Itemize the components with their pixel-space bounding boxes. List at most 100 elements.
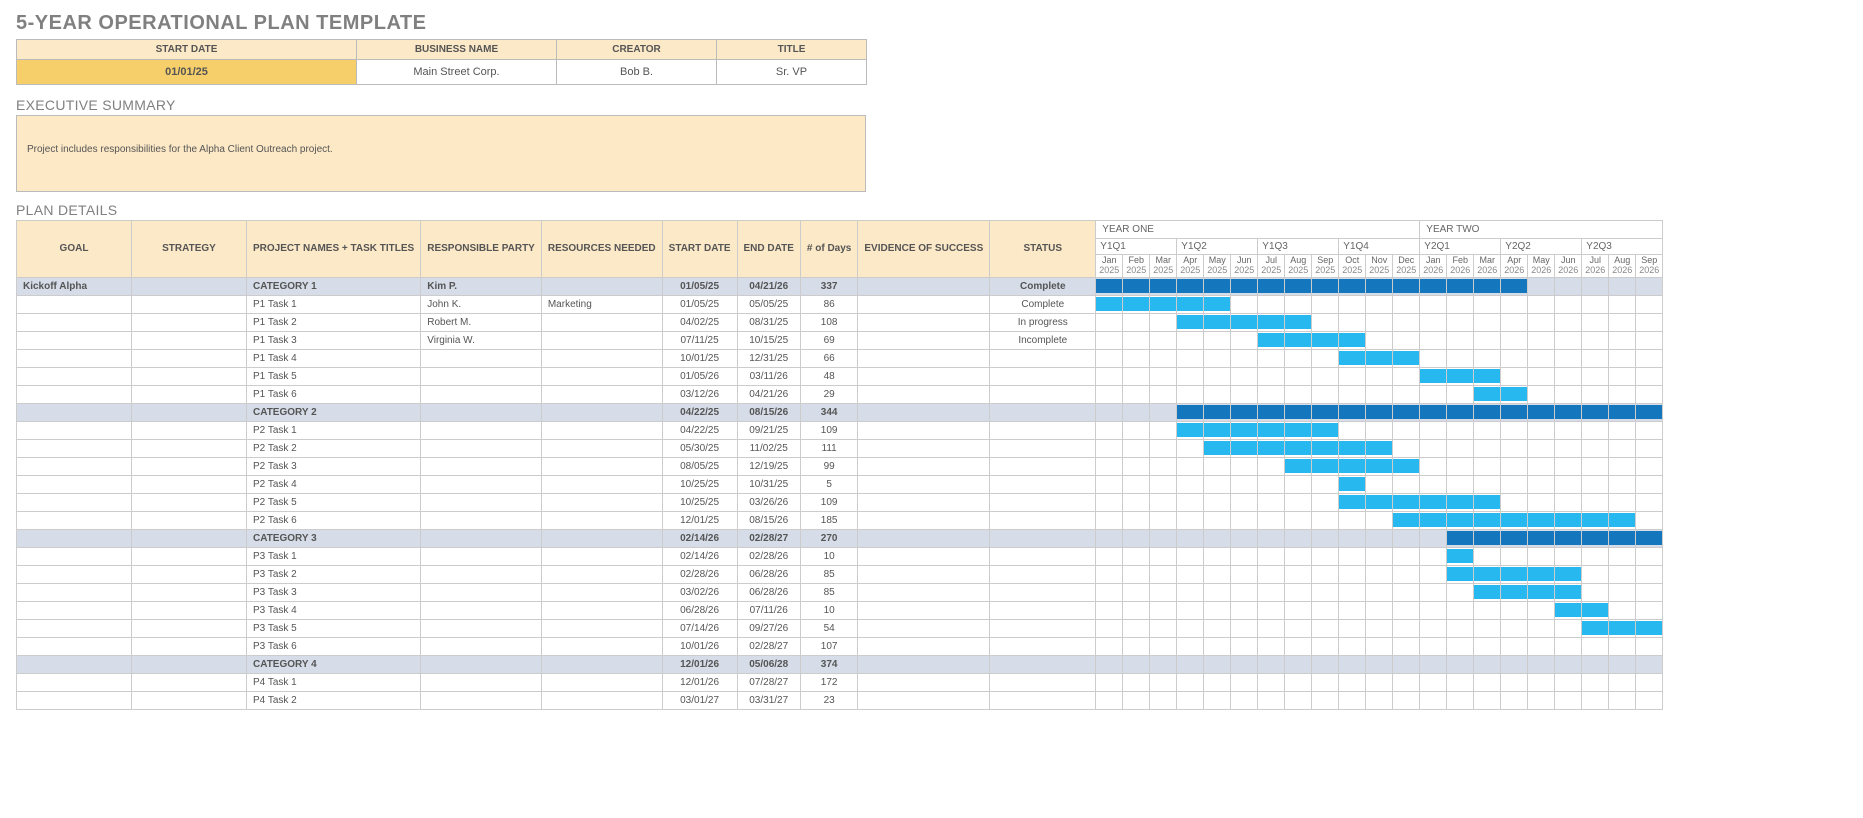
cell-res[interactable]	[541, 655, 662, 673]
cell-strategy[interactable]	[132, 619, 247, 637]
cell-res[interactable]	[541, 331, 662, 349]
cell-days[interactable]: 185	[800, 511, 857, 529]
cell-evidence[interactable]	[858, 529, 990, 547]
cell-strategy[interactable]	[132, 691, 247, 709]
cell-goal[interactable]	[17, 601, 132, 619]
cell-strategy[interactable]	[132, 331, 247, 349]
cell-start[interactable]: 04/02/25	[662, 313, 737, 331]
cell-project[interactable]: P4 Task 2	[247, 691, 421, 709]
cell-start[interactable]: 02/28/26	[662, 565, 737, 583]
cell-resp[interactable]	[421, 565, 542, 583]
cell-days[interactable]: 85	[800, 583, 857, 601]
cell-status[interactable]	[990, 601, 1096, 619]
cell-end[interactable]: 11/02/25	[737, 439, 800, 457]
cell-end[interactable]: 04/21/26	[737, 277, 800, 295]
cell-start[interactable]: 10/25/25	[662, 493, 737, 511]
cell-strategy[interactable]	[132, 511, 247, 529]
cell-res[interactable]	[541, 673, 662, 691]
cell-days[interactable]: 108	[800, 313, 857, 331]
cell-project[interactable]: P1 Task 1	[247, 295, 421, 313]
cell-goal[interactable]	[17, 349, 132, 367]
cell-status[interactable]	[990, 565, 1096, 583]
info-creator[interactable]: Bob B.	[557, 60, 717, 85]
cell-goal[interactable]	[17, 475, 132, 493]
cell-res[interactable]	[541, 349, 662, 367]
cell-status[interactable]	[990, 457, 1096, 475]
cell-evidence[interactable]	[858, 601, 990, 619]
cell-evidence[interactable]	[858, 511, 990, 529]
cell-resp[interactable]	[421, 547, 542, 565]
cell-evidence[interactable]	[858, 313, 990, 331]
cell-end[interactable]: 07/28/27	[737, 673, 800, 691]
cell-evidence[interactable]	[858, 691, 990, 709]
cell-evidence[interactable]	[858, 655, 990, 673]
cell-evidence[interactable]	[858, 367, 990, 385]
cell-goal[interactable]	[17, 565, 132, 583]
cell-project[interactable]: CATEGORY 4	[247, 655, 421, 673]
cell-res[interactable]	[541, 565, 662, 583]
cell-project[interactable]: CATEGORY 1	[247, 277, 421, 295]
cell-status[interactable]	[990, 511, 1096, 529]
cell-status[interactable]	[990, 691, 1096, 709]
cell-project[interactable]: P1 Task 5	[247, 367, 421, 385]
cell-start[interactable]: 01/05/26	[662, 367, 737, 385]
cell-project[interactable]: CATEGORY 2	[247, 403, 421, 421]
cell-end[interactable]: 10/15/25	[737, 331, 800, 349]
cell-project[interactable]: P3 Task 2	[247, 565, 421, 583]
cell-status[interactable]	[990, 673, 1096, 691]
cell-goal[interactable]	[17, 295, 132, 313]
cell-res[interactable]	[541, 277, 662, 295]
info-business[interactable]: Main Street Corp.	[357, 60, 557, 85]
cell-res[interactable]	[541, 511, 662, 529]
cell-goal[interactable]	[17, 331, 132, 349]
cell-goal[interactable]	[17, 511, 132, 529]
cell-goal[interactable]	[17, 619, 132, 637]
cell-end[interactable]: 12/31/25	[737, 349, 800, 367]
cell-resp[interactable]	[421, 691, 542, 709]
cell-strategy[interactable]	[132, 583, 247, 601]
cell-goal[interactable]: Kickoff Alpha	[17, 277, 132, 295]
cell-end[interactable]: 06/28/26	[737, 583, 800, 601]
summary-box[interactable]: Project includes responsibilities for th…	[16, 115, 866, 192]
cell-resp[interactable]	[421, 421, 542, 439]
cell-evidence[interactable]	[858, 331, 990, 349]
cell-project[interactable]: P2 Task 4	[247, 475, 421, 493]
cell-evidence[interactable]	[858, 583, 990, 601]
cell-resp[interactable]: Robert M.	[421, 313, 542, 331]
cell-days[interactable]: 374	[800, 655, 857, 673]
cell-evidence[interactable]	[858, 385, 990, 403]
cell-start[interactable]: 06/28/26	[662, 601, 737, 619]
cell-res[interactable]	[541, 583, 662, 601]
cell-status[interactable]	[990, 403, 1096, 421]
cell-evidence[interactable]	[858, 349, 990, 367]
cell-days[interactable]: 109	[800, 493, 857, 511]
cell-project[interactable]: P3 Task 3	[247, 583, 421, 601]
cell-project[interactable]: P2 Task 3	[247, 457, 421, 475]
cell-project[interactable]: P2 Task 1	[247, 421, 421, 439]
cell-status[interactable]	[990, 529, 1096, 547]
cell-status[interactable]: Complete	[990, 295, 1096, 313]
cell-goal[interactable]	[17, 529, 132, 547]
cell-goal[interactable]	[17, 655, 132, 673]
cell-project[interactable]: P2 Task 6	[247, 511, 421, 529]
cell-days[interactable]: 86	[800, 295, 857, 313]
cell-resp[interactable]	[421, 403, 542, 421]
cell-days[interactable]: 10	[800, 601, 857, 619]
cell-project[interactable]: P1 Task 4	[247, 349, 421, 367]
cell-res[interactable]	[541, 439, 662, 457]
cell-strategy[interactable]	[132, 295, 247, 313]
cell-end[interactable]: 05/05/25	[737, 295, 800, 313]
cell-start[interactable]: 02/14/26	[662, 529, 737, 547]
cell-status[interactable]	[990, 421, 1096, 439]
cell-end[interactable]: 06/28/26	[737, 565, 800, 583]
cell-evidence[interactable]	[858, 619, 990, 637]
cell-days[interactable]: 99	[800, 457, 857, 475]
cell-strategy[interactable]	[132, 565, 247, 583]
cell-start[interactable]: 10/01/26	[662, 637, 737, 655]
cell-strategy[interactable]	[132, 529, 247, 547]
cell-start[interactable]: 03/02/26	[662, 583, 737, 601]
cell-status[interactable]	[990, 493, 1096, 511]
cell-goal[interactable]	[17, 691, 132, 709]
cell-goal[interactable]	[17, 547, 132, 565]
cell-strategy[interactable]	[132, 475, 247, 493]
